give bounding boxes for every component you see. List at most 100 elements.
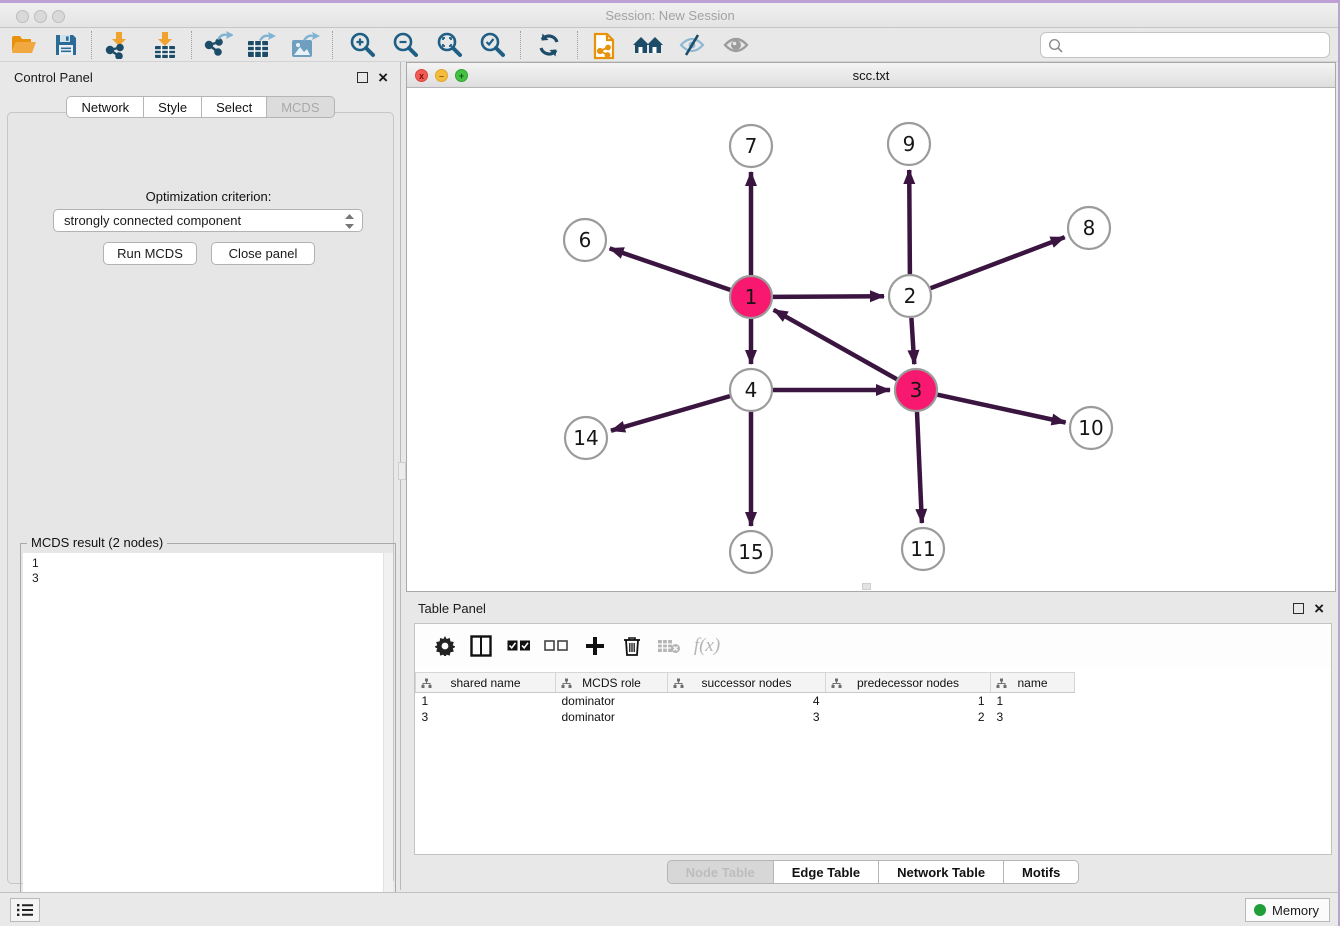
graph-edge-3-11[interactable] — [917, 412, 922, 523]
control-panel-tabs: NetworkStyleSelectMCDS — [0, 96, 401, 118]
export-image-button[interactable] — [287, 30, 323, 60]
delete-column-button[interactable] — [616, 631, 648, 661]
home-button[interactable] — [630, 30, 666, 60]
graph-node-label: 15 — [738, 540, 763, 564]
tab-select[interactable]: Select — [202, 96, 267, 118]
deselect-all-columns-button[interactable] — [540, 631, 572, 661]
tab-motifs[interactable]: Motifs — [1004, 860, 1079, 884]
zoom-fit-icon — [435, 31, 463, 59]
column-type-icon — [561, 678, 572, 689]
mcds-result-scrollbar[interactable] — [383, 553, 393, 924]
save-session-button[interactable] — [48, 30, 84, 60]
graph-node-9[interactable]: 9 — [888, 123, 930, 165]
optimization-criterion-select[interactable]: strongly connected component — [53, 209, 363, 232]
graph-edge-2-3[interactable] — [911, 318, 914, 364]
table-cell[interactable]: dominator — [556, 693, 668, 709]
zoom-fit-button[interactable] — [431, 30, 467, 60]
tab-mcds[interactable]: MCDS — [267, 96, 334, 118]
delete-table-button[interactable] — [653, 631, 685, 661]
close-panel-icon[interactable]: × — [378, 72, 388, 83]
network-canvas[interactable]: 7 9 6 8 1 2 4 3 14 10 15 11 — [407, 88, 1335, 591]
table-cell[interactable]: dominator — [556, 709, 668, 725]
table-cell[interactable]: 2 — [826, 709, 991, 725]
column-header-successor-nodes[interactable]: successor nodes — [668, 673, 826, 693]
close-table-panel-icon[interactable]: × — [1314, 603, 1324, 614]
column-header-predecessor-nodes[interactable]: predecessor nodes — [826, 673, 991, 693]
import-table-button[interactable] — [147, 30, 183, 60]
table-cell[interactable]: 3 — [991, 709, 1075, 725]
graph-node-14[interactable]: 14 — [565, 417, 607, 459]
list-icon — [16, 903, 34, 917]
zoom-in-icon — [348, 31, 376, 59]
graph-edge-4-14[interactable] — [611, 396, 730, 431]
tab-edge-table[interactable]: Edge Table — [774, 860, 879, 884]
graph-node-15[interactable]: 15 — [730, 531, 772, 573]
float-table-panel-icon[interactable] — [1293, 603, 1304, 614]
mcds-result-text[interactable]: 1 3 — [23, 553, 383, 924]
zoom-selected-button[interactable] — [474, 30, 510, 60]
network-from-file-button[interactable] — [587, 30, 623, 60]
search-input[interactable] — [1067, 34, 1325, 56]
table-row[interactable]: 1dominator411 — [416, 693, 1075, 709]
table-cell[interactable]: 3 — [668, 709, 826, 725]
graph-edge-1-6[interactable] — [610, 248, 731, 290]
tab-style[interactable]: Style — [144, 96, 202, 118]
import-table-icon — [151, 31, 179, 59]
column-header-shared-name[interactable]: shared name — [416, 673, 556, 693]
table-cell[interactable]: 3 — [416, 709, 556, 725]
export-table-button[interactable] — [243, 30, 279, 60]
zoom-out-button[interactable] — [387, 30, 423, 60]
graph-edge-2-8[interactable] — [931, 237, 1065, 288]
graph-node-2[interactable]: 2 — [889, 275, 931, 317]
graph-node-1[interactable]: 1 — [730, 276, 772, 318]
table-cell[interactable]: 4 — [668, 693, 826, 709]
toggle-panes-button[interactable] — [465, 631, 497, 661]
close-panel-button[interactable]: Close panel — [211, 242, 315, 265]
search-box[interactable] — [1040, 32, 1330, 58]
zoom-in-button[interactable] — [344, 30, 380, 60]
table-cell[interactable]: 1 — [991, 693, 1075, 709]
panel-divider-handle[interactable] — [398, 462, 406, 480]
column-header-MCDS-role[interactable]: MCDS role — [556, 673, 668, 693]
import-network-button[interactable] — [100, 30, 136, 60]
graph-edge-3-10[interactable] — [938, 395, 1066, 423]
toolbar-separator — [191, 31, 192, 59]
float-panel-icon[interactable] — [357, 72, 368, 83]
table-cell[interactable]: 1 — [416, 693, 556, 709]
fx-icon: f(x) — [694, 635, 720, 657]
import-network-icon — [104, 31, 132, 59]
tab-network-table[interactable]: Network Table — [879, 860, 1004, 884]
select-all-columns-button[interactable] — [503, 631, 535, 661]
column-header-name[interactable]: name — [991, 673, 1075, 693]
table-cell[interactable]: 1 — [826, 693, 991, 709]
table-settings-button[interactable] — [429, 631, 461, 661]
apply-function-button[interactable]: f(x) — [691, 631, 723, 661]
eye-icon — [722, 33, 750, 57]
open-session-button[interactable] — [6, 30, 42, 60]
graph-node-7[interactable]: 7 — [730, 125, 772, 167]
tab-network[interactable]: Network — [66, 96, 144, 118]
hide-graphics-details-button[interactable] — [674, 30, 710, 60]
export-network-button[interactable] — [200, 30, 236, 60]
checked-boxes-icon — [507, 640, 531, 652]
graph-node-3[interactable]: 3 — [895, 369, 937, 411]
graph-node-8[interactable]: 8 — [1068, 207, 1110, 249]
graph-node-11[interactable]: 11 — [902, 528, 944, 570]
run-mcds-button[interactable]: Run MCDS — [103, 242, 197, 265]
add-column-button[interactable] — [579, 631, 611, 661]
table-row[interactable]: 3dominator323 — [416, 709, 1075, 725]
graph-edge-1-2[interactable] — [773, 296, 884, 297]
graph-node-10[interactable]: 10 — [1070, 407, 1112, 449]
graph-node-4[interactable]: 4 — [730, 369, 772, 411]
network-resize-handle[interactable] — [862, 583, 871, 590]
tab-node-table[interactable]: Node Table — [667, 860, 774, 884]
graph-node-label: 7 — [745, 134, 758, 158]
refresh-view-button[interactable] — [531, 30, 567, 60]
memory-button[interactable]: Memory — [1245, 898, 1330, 922]
show-graphics-details-button[interactable] — [718, 30, 754, 60]
graph-node-6[interactable]: 6 — [564, 219, 606, 261]
control-panel-header: Control Panel × — [0, 62, 400, 92]
developers-panel-button[interactable] — [10, 898, 40, 922]
graph-edge-2-9[interactable] — [909, 170, 910, 274]
graph-edge-3-1[interactable] — [774, 310, 897, 379]
